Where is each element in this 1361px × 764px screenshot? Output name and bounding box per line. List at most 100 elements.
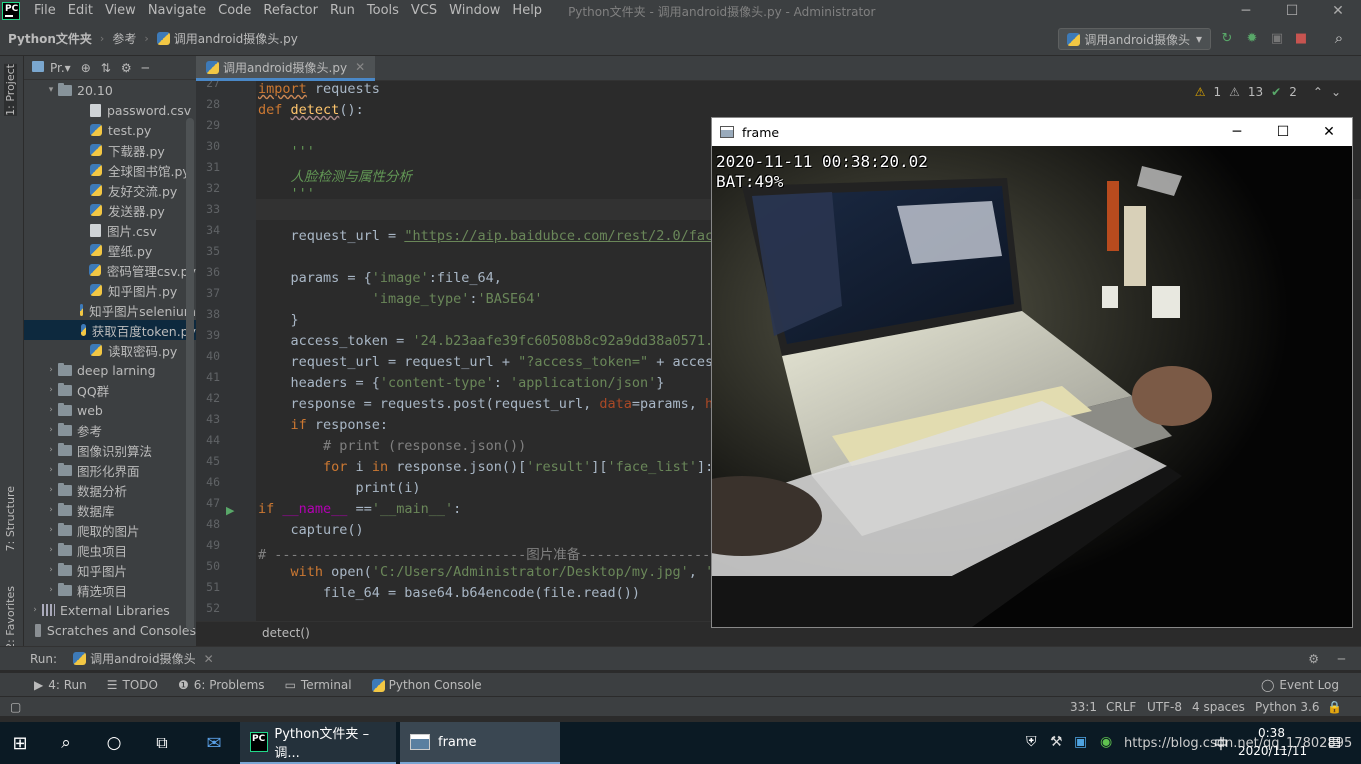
- hide-panel-icon[interactable]: ─: [1338, 652, 1345, 666]
- gear-icon[interactable]: ⚙: [1308, 652, 1319, 666]
- tool-todo[interactable]: ☰ TODO: [107, 678, 158, 692]
- tree-folder[interactable]: › 图像识别算法: [24, 440, 196, 460]
- inspection-widget[interactable]: ⚠ 1 ⚠ 13 ✔ 2 ⌃ ⌄: [1195, 85, 1341, 99]
- tree-folder[interactable]: › 参考: [24, 420, 196, 440]
- tool-window-structure[interactable]: 7: Structure: [4, 486, 17, 551]
- ime-indicator[interactable]: 中: [1214, 734, 1228, 754]
- nvidia-icon[interactable]: ◉: [1100, 734, 1112, 750]
- breadcrumb-folder[interactable]: 参考: [112, 30, 136, 47]
- run-gutter-icon[interactable]: ▶: [226, 504, 234, 517]
- tool-window-project[interactable]: 1: Project: [4, 64, 17, 116]
- line-separator[interactable]: CRLF: [1106, 700, 1136, 714]
- chevron-down-icon[interactable]: ⌄: [1331, 85, 1341, 99]
- chevron-right-icon[interactable]: ›: [44, 565, 58, 575]
- minimize-button[interactable]: ─: [1223, 0, 1269, 22]
- close-tab-icon[interactable]: ✕: [355, 60, 365, 74]
- lock-icon[interactable]: 🔒: [1327, 700, 1342, 714]
- chevron-down-icon[interactable]: ▾: [44, 85, 58, 95]
- tree-folder[interactable]: › 知乎图片: [24, 560, 196, 580]
- rerun-icon[interactable]: ↻: [1219, 30, 1235, 46]
- tree-folder[interactable]: › 爬虫项目: [24, 540, 196, 560]
- frame-close-button[interactable]: ✕: [1306, 118, 1352, 146]
- menu-tools[interactable]: Tools: [361, 0, 405, 22]
- tree-file[interactable]: 读取密码.py: [24, 340, 196, 360]
- tree-folder[interactable]: › QQ群: [24, 380, 196, 400]
- chevron-up-icon[interactable]: ⌃: [1313, 85, 1323, 99]
- gear-icon[interactable]: ⚙: [121, 61, 132, 75]
- tool-python-console[interactable]: Python Console: [371, 678, 482, 692]
- menu-run[interactable]: Run: [324, 0, 361, 22]
- hide-icon[interactable]: ─: [142, 61, 149, 75]
- tray-app-icon[interactable]: ▣: [1074, 734, 1087, 750]
- menu-window[interactable]: Window: [443, 0, 506, 22]
- run-configuration-select[interactable]: 调用android摄像头 ▾: [1058, 28, 1211, 50]
- chevron-right-icon[interactable]: ›: [44, 465, 58, 475]
- network-icon[interactable]: ⚒: [1050, 734, 1063, 750]
- chevron-right-icon[interactable]: ›: [44, 525, 58, 535]
- tree-folder[interactable]: › 精选项目: [24, 580, 196, 600]
- menu-navigate[interactable]: Navigate: [142, 0, 212, 22]
- tree-file[interactable]: 友好交流.py: [24, 180, 196, 200]
- tree-file[interactable]: 知乎图片selenium: [24, 300, 196, 320]
- chevron-right-icon[interactable]: ›: [44, 485, 58, 495]
- tree-folder[interactable]: › 图形化界面: [24, 460, 196, 480]
- tree-file[interactable]: 下载器.py: [24, 140, 196, 160]
- locate-icon[interactable]: ⊕: [81, 61, 91, 75]
- tree-file[interactable]: 获取百度token.py: [24, 320, 196, 340]
- tree-scratches[interactable]: Scratches and Consoles: [24, 620, 196, 640]
- stop-icon[interactable]: ■: [1293, 30, 1309, 46]
- chevron-right-icon[interactable]: ›: [44, 365, 58, 375]
- taskbar-app-frame[interactable]: frame: [400, 722, 560, 764]
- tree-file[interactable]: 壁纸.py: [24, 240, 196, 260]
- chevron-right-icon[interactable]: ›: [44, 405, 58, 415]
- chevron-right-icon[interactable]: ›: [44, 385, 58, 395]
- tree-folder[interactable]: › deep larning: [24, 360, 196, 380]
- debug-icon[interactable]: ✹: [1244, 30, 1260, 46]
- close-run-tab-icon[interactable]: ✕: [204, 652, 214, 666]
- frame-minimize-button[interactable]: ─: [1214, 118, 1260, 146]
- menu-view[interactable]: View: [99, 0, 142, 22]
- chevron-right-icon[interactable]: ›: [28, 605, 42, 615]
- tree-libraries[interactable]: › External Libraries: [24, 600, 196, 620]
- menu-help[interactable]: Help: [506, 0, 548, 22]
- tree-file[interactable]: 全球图书馆.py: [24, 160, 196, 180]
- tree-folder[interactable]: › 数据库: [24, 500, 196, 520]
- tool-window-favorites[interactable]: 2: Favorites: [4, 586, 17, 650]
- tool-run[interactable]: ▶ 4: Run: [34, 678, 87, 692]
- menu-code[interactable]: Code: [212, 0, 257, 22]
- layout-icon[interactable]: ▢: [10, 700, 21, 714]
- task-view-icon[interactable]: ⧉: [142, 722, 182, 764]
- interpreter[interactable]: Python 3.6: [1255, 700, 1320, 714]
- chevron-right-icon[interactable]: ›: [44, 585, 58, 595]
- tool-problems[interactable]: ❶ 6: Problems: [178, 678, 265, 692]
- windows-start-icon[interactable]: ⊞: [0, 722, 40, 764]
- breadcrumb-file[interactable]: 调用android摄像头.py: [156, 30, 298, 47]
- tool-event-log[interactable]: ◯ Event Log: [1261, 678, 1339, 692]
- tree-folder[interactable]: ▾ 20.10: [24, 80, 196, 100]
- file-encoding[interactable]: UTF-8: [1147, 700, 1182, 714]
- editor-tab[interactable]: 调用android摄像头.py ✕: [196, 56, 376, 81]
- camera-frame-window[interactable]: frame ─ ☐ ✕ 2020-11-11 00:38:20.02 BAT:4…: [711, 117, 1353, 628]
- chevron-right-icon[interactable]: ›: [44, 425, 58, 435]
- close-button[interactable]: ✕: [1315, 0, 1361, 22]
- chevron-right-icon[interactable]: ›: [44, 505, 58, 515]
- frame-maximize-button[interactable]: ☐: [1260, 118, 1306, 146]
- cortana-icon[interactable]: ○: [94, 722, 134, 764]
- notification-icon[interactable]: ▤: [1328, 734, 1341, 750]
- editor-breadcrumb[interactable]: detect(): [196, 621, 711, 643]
- maximize-button[interactable]: ☐: [1269, 0, 1315, 22]
- tree-file[interactable]: 知乎图片.py: [24, 280, 196, 300]
- caret-position[interactable]: 33:1: [1070, 700, 1097, 714]
- tree-file[interactable]: 发送器.py: [24, 200, 196, 220]
- project-view-select[interactable]: Pr.▾: [32, 60, 71, 75]
- project-scrollbar[interactable]: [186, 118, 194, 630]
- menu-refactor[interactable]: Refactor: [257, 0, 324, 22]
- breadcrumb-project[interactable]: Python文件夹: [8, 30, 92, 47]
- search-icon[interactable]: ⌕: [1331, 29, 1347, 47]
- tree-file[interactable]: 图片.csv: [24, 220, 196, 240]
- collapse-icon[interactable]: ⇅: [101, 61, 111, 75]
- menu-vcs[interactable]: VCS: [405, 0, 443, 22]
- tree-folder[interactable]: › web: [24, 400, 196, 420]
- coverage-icon[interactable]: ▣: [1269, 30, 1285, 46]
- security-icon[interactable]: ⛨: [1026, 734, 1037, 750]
